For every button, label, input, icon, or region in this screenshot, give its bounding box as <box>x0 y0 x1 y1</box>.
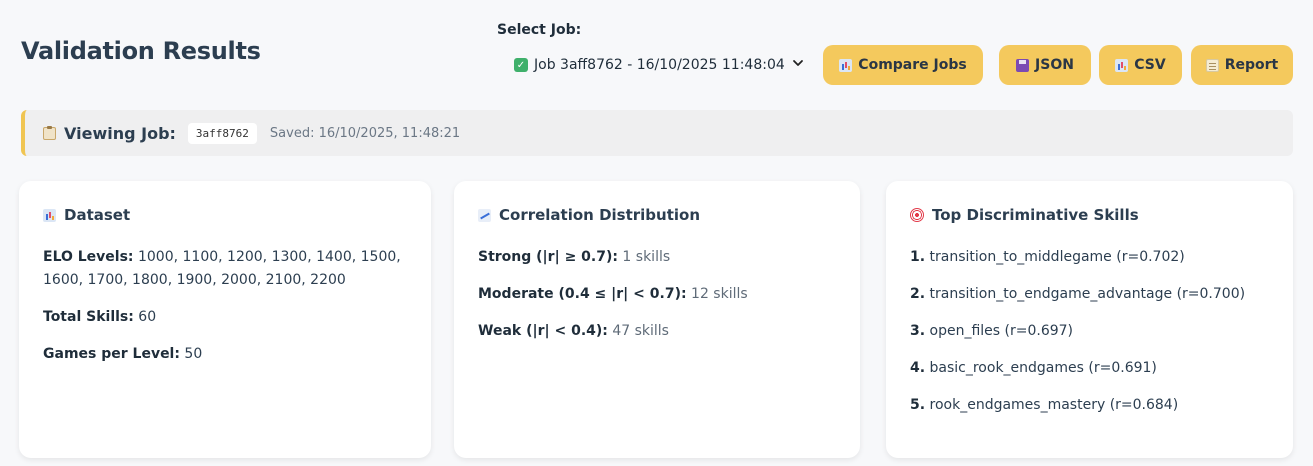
skill-text: transition_to_middlegame (r=0.702) <box>929 249 1185 265</box>
moderate-label: Moderate (0.4 ≤ |r| < 0.7): <box>478 286 687 302</box>
skill-rank: 4. <box>910 360 926 376</box>
correlation-strong-row: Strong (|r| ≥ 0.7): 1 skills <box>478 246 836 269</box>
skill-text: transition_to_endgame_advantage (r=0.700… <box>929 286 1246 302</box>
elo-levels-row: ELO Levels: 1000, 1100, 1200, 1300, 1400… <box>43 246 403 292</box>
job-select-dropdown[interactable]: ✓ Job 3aff8762 - 16/10/2025 11:48:04 <box>504 52 814 78</box>
chart-icon <box>839 58 853 72</box>
correlation-weak-row: Weak (|r| < 0.4): 47 skills <box>478 320 836 343</box>
strong-value: 1 skills <box>622 249 671 265</box>
weak-value: 47 skills <box>612 323 669 339</box>
correlation-card: Correlation Distribution Strong (|r| ≥ 0… <box>454 181 860 458</box>
skill-rank: 5. <box>910 397 926 413</box>
dataset-card: Dataset ELO Levels: 1000, 1100, 1200, 13… <box>19 181 431 458</box>
skill-rank: 1. <box>910 249 926 265</box>
chevron-down-icon <box>793 60 803 66</box>
skill-rank: 2. <box>910 286 926 302</box>
list-item: 3. open_files (r=0.697) <box>910 320 1269 343</box>
correlation-moderate-row: Moderate (0.4 ≤ |r| < 0.7): 12 skills <box>478 283 836 306</box>
total-skills-value: 60 <box>138 309 157 325</box>
top-skills-card: Top Discriminative Skills 1. transition_… <box>886 181 1293 458</box>
dataset-title: Dataset <box>64 206 131 224</box>
viewing-job-banner: Viewing Job: 3aff8762 Saved: 16/10/2025,… <box>21 110 1293 156</box>
chart-icon <box>1115 58 1129 72</box>
dataset-card-header: Dataset <box>43 206 407 224</box>
list-item: 5. rook_endgames_mastery (r=0.684) <box>910 394 1269 417</box>
skill-text: rook_endgames_mastery (r=0.684) <box>929 397 1179 413</box>
skill-text: basic_rook_endgames (r=0.691) <box>929 360 1157 376</box>
report-label: Report <box>1224 57 1279 73</box>
export-json-button[interactable]: JSON <box>999 45 1091 85</box>
list-item: 4. basic_rook_endgames (r=0.691) <box>910 357 1269 380</box>
job-id-badge: 3aff8762 <box>187 122 257 144</box>
target-icon <box>910 208 924 222</box>
floppy-disk-icon <box>1016 58 1030 72</box>
strong-label: Strong (|r| ≥ 0.7): <box>478 249 618 265</box>
skill-rank: 3. <box>910 323 926 339</box>
correlation-card-header: Correlation Distribution <box>478 206 836 224</box>
chart-icon <box>43 208 56 222</box>
total-skills-row: Total Skills: 60 <box>43 306 407 329</box>
top-skills-title: Top Discriminative Skills <box>932 206 1139 224</box>
weak-label: Weak (|r| < 0.4): <box>478 323 608 339</box>
compare-jobs-button[interactable]: Compare Jobs <box>823 45 983 85</box>
export-csv-label: CSV <box>1134 57 1166 73</box>
export-csv-button[interactable]: CSV <box>1099 45 1182 85</box>
top-skills-card-header: Top Discriminative Skills <box>910 206 1269 224</box>
page-title: Validation Results <box>21 37 261 65</box>
games-per-level-value: 50 <box>184 346 203 362</box>
games-per-level-label: Games per Level: <box>43 346 180 362</box>
saved-timestamp: Saved: 16/10/2025, 11:48:21 <box>269 125 461 141</box>
compare-jobs-label: Compare Jobs <box>858 57 967 73</box>
selected-job-text: Job 3aff8762 - 16/10/2025 11:48:04 <box>534 57 785 73</box>
moderate-value: 12 skills <box>691 286 748 302</box>
document-icon <box>1205 58 1219 72</box>
report-button[interactable]: Report <box>1191 45 1293 85</box>
export-json-label: JSON <box>1035 57 1074 73</box>
elo-levels-label: ELO Levels: <box>43 249 134 265</box>
trend-up-icon <box>478 208 491 222</box>
correlation-title: Correlation Distribution <box>499 206 701 224</box>
list-item: 2. transition_to_endgame_advantage (r=0.… <box>910 283 1269 306</box>
page: Validation Results Select Job: ✓ Job 3af… <box>0 0 1313 466</box>
total-skills-label: Total Skills: <box>43 309 134 325</box>
check-icon: ✓ <box>514 58 528 72</box>
games-per-level-row: Games per Level: 50 <box>43 343 407 366</box>
clipboard-icon <box>43 125 56 140</box>
viewing-job-title: Viewing Job: <box>64 123 176 143</box>
list-item: 1. transition_to_middlegame (r=0.702) <box>910 246 1269 269</box>
skill-text: open_files (r=0.697) <box>929 323 1074 339</box>
select-job-label: Select Job: <box>497 22 582 38</box>
